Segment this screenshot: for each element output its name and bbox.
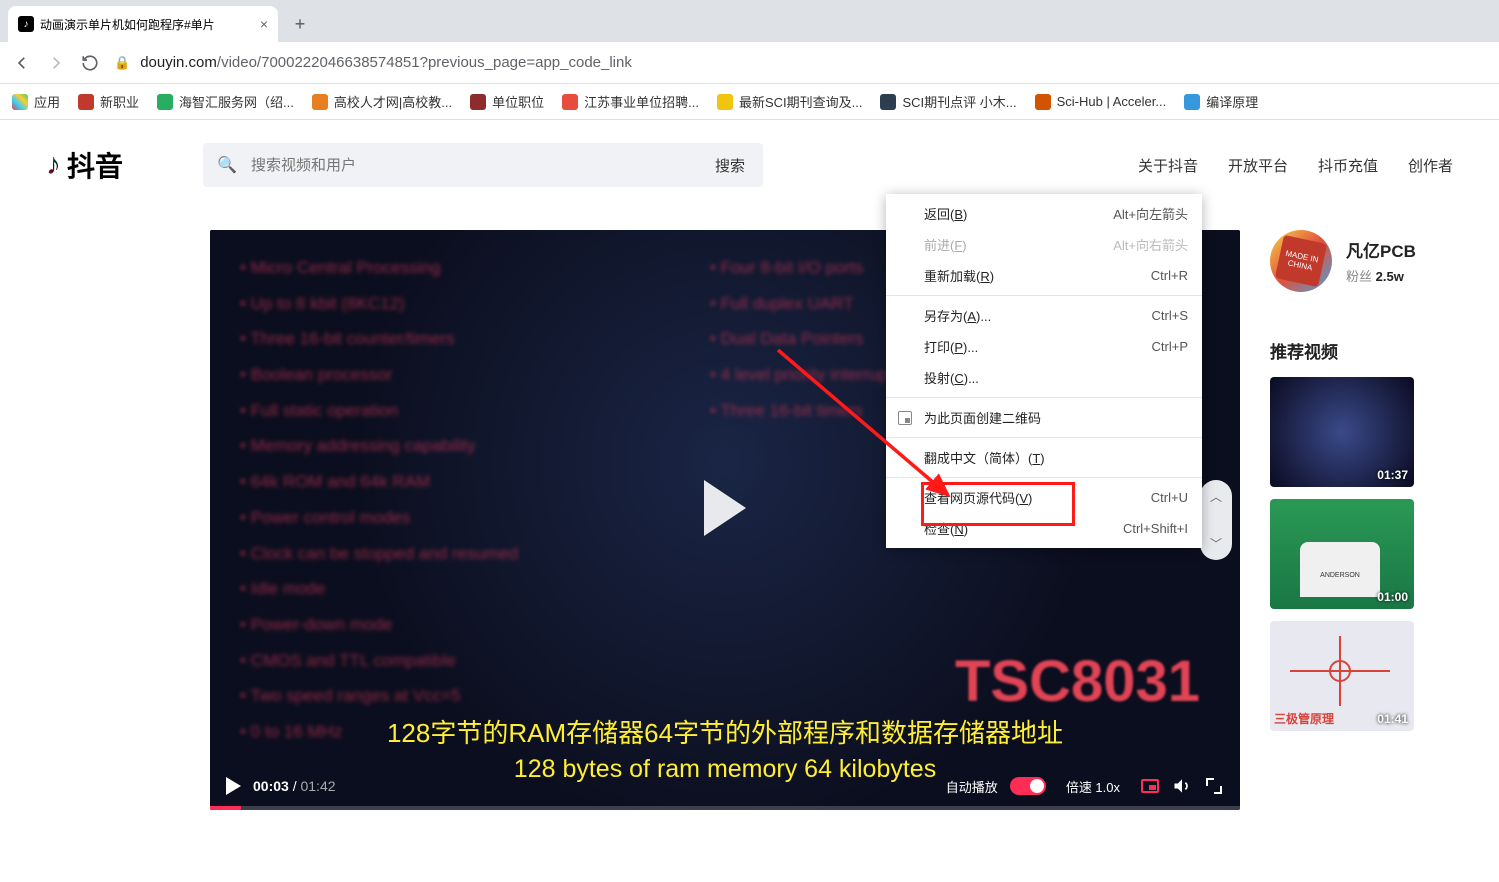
header-link[interactable]: 开放平台 — [1228, 155, 1288, 176]
pip-icon[interactable] — [1140, 776, 1160, 796]
play-icon[interactable] — [704, 480, 746, 536]
qrcode-icon — [898, 411, 912, 425]
recommend-item[interactable]: 01:00 — [1270, 499, 1414, 609]
bookmark-item[interactable]: 最新SCI期刊查询及... — [717, 92, 863, 111]
volume-icon[interactable] — [1172, 776, 1192, 796]
forward-button — [46, 53, 66, 73]
music-note-icon: ♪ — [46, 148, 61, 182]
douyin-logo[interactable]: ♪ 抖音 — [46, 145, 123, 185]
main-content: • Micro Central Processing• Up to 8 kbit… — [0, 210, 1499, 810]
play-button[interactable] — [226, 777, 241, 795]
douyin-favicon: ♪ — [18, 16, 34, 32]
fullscreen-icon[interactable] — [1204, 776, 1224, 796]
bookmark-favicon — [717, 94, 733, 110]
apps-button[interactable]: 应用 — [12, 92, 60, 111]
browser-tab[interactable]: ♪ 动画演示单片机如何跑程序#单片 × — [8, 6, 278, 42]
autoplay-label: 自动播放 — [946, 777, 998, 796]
video-scroll-capsule[interactable]: ︿ ﹀ — [1200, 480, 1232, 560]
chevron-up-icon[interactable]: ︿ — [1210, 488, 1222, 505]
context-menu: 返回(B)Alt+向左箭头前进(F)Alt+向右箭头重新加载(R)Ctrl+R 另… — [886, 194, 1202, 548]
bookmark-favicon — [312, 94, 328, 110]
back-button[interactable] — [12, 53, 32, 73]
header-link[interactable]: 关于抖音 — [1138, 155, 1198, 176]
search-icon: 🔍 — [203, 155, 251, 175]
address-bar: 🔒 douyin.com/video/7000222046638574851?p… — [0, 42, 1499, 84]
chevron-down-icon[interactable]: ﹀ — [1210, 535, 1222, 552]
context-menu-item[interactable]: 翻成中文（简体）(T) — [886, 442, 1202, 473]
autoplay-toggle[interactable] — [1010, 777, 1046, 795]
bookmark-favicon — [78, 94, 94, 110]
context-menu-item[interactable]: 另存为(A)...Ctrl+S — [886, 300, 1202, 331]
bookmark-item[interactable]: 编译原理 — [1184, 92, 1258, 111]
url-display[interactable]: 🔒 douyin.com/video/7000222046638574851?p… — [114, 54, 1487, 71]
new-tab-button[interactable]: + — [286, 10, 314, 38]
bookmark-item[interactable]: Sci-Hub | Acceler... — [1035, 94, 1167, 110]
bookmark-favicon — [1035, 94, 1051, 110]
video-chip-label: TSC8031 — [955, 648, 1200, 715]
context-menu-item: 前进(F)Alt+向右箭头 — [886, 229, 1202, 260]
context-menu-item[interactable]: 打印(P)...Ctrl+P — [886, 331, 1202, 362]
bookmark-favicon — [157, 94, 173, 110]
bookmark-favicon — [880, 94, 896, 110]
lock-icon: 🔒 — [114, 55, 130, 71]
search-input[interactable] — [251, 157, 697, 174]
bookmark-favicon — [470, 94, 486, 110]
context-menu-item[interactable]: 为此页面创建二维码 — [886, 402, 1202, 433]
recommend-item[interactable]: 01:37 — [1270, 377, 1414, 487]
uploader-info[interactable]: MADE INCHINA 凡亿PCB 粉丝 2.5w — [1270, 230, 1470, 292]
video-controls: 00:03 / 01:42 自动播放 倍速 1.0x — [210, 762, 1240, 810]
context-menu-item[interactable]: 检查(N)Ctrl+Shift+I — [886, 513, 1202, 544]
speed-button[interactable]: 倍速 1.0x — [1066, 777, 1120, 796]
bookmarks-bar: 应用 新职业海智汇服务网（绍... 高校人才网|高校教... 单位职位江苏事业单位招… — [0, 84, 1499, 120]
context-menu-item[interactable]: 返回(B)Alt+向左箭头 — [886, 198, 1202, 229]
page-header: ♪ 抖音 🔍 搜索 关于抖音 开放平台 抖币充值 创作者 — [0, 120, 1499, 210]
uploader-name: 凡亿PCB — [1346, 237, 1416, 262]
bookmark-item[interactable]: SCI期刊点评 小木... — [880, 92, 1016, 111]
close-tab-icon[interactable]: × — [260, 16, 268, 32]
bookmark-favicon — [1184, 94, 1200, 110]
video-time: 00:03 / 01:42 — [253, 778, 336, 794]
video-sidebar: MADE INCHINA 凡亿PCB 粉丝 2.5w 推荐视频 01:37 01… — [1270, 230, 1470, 810]
search-button[interactable]: 搜索 — [697, 143, 763, 187]
header-link[interactable]: 抖币充值 — [1318, 155, 1378, 176]
bookmark-item[interactable]: 海智汇服务网（绍... — [157, 92, 294, 111]
browser-tab-bar: ♪ 动画演示单片机如何跑程序#单片 × + — [0, 0, 1499, 42]
bookmark-item[interactable]: 新职业 — [78, 92, 139, 111]
uploader-fans: 粉丝 2.5w — [1346, 266, 1416, 285]
reload-button[interactable] — [80, 53, 100, 73]
caption-cn: 128字节的RAM存储器64字节的外部程序和数据存储器地址 — [210, 713, 1240, 750]
search-box: 🔍 搜索 — [203, 143, 763, 187]
uploader-avatar[interactable]: MADE INCHINA — [1270, 230, 1332, 292]
context-menu-item[interactable]: 投射(C)... — [886, 362, 1202, 393]
bookmark-item[interactable]: 江苏事业单位招聘... — [562, 92, 699, 111]
bookmark-item[interactable]: 高校人才网|高校教... — [312, 92, 452, 111]
recommend-title: 推荐视频 — [1270, 338, 1470, 363]
header-link[interactable]: 创作者 — [1408, 155, 1453, 176]
context-menu-item[interactable]: 查看网页源代码(V)Ctrl+U — [886, 482, 1202, 513]
context-menu-item[interactable]: 重新加载(R)Ctrl+R — [886, 260, 1202, 291]
bookmark-item[interactable]: 单位职位 — [470, 92, 544, 111]
recommend-item[interactable]: 三极管原理01:41 — [1270, 621, 1414, 731]
tab-title: 动画演示单片机如何跑程序#单片 — [40, 16, 215, 33]
bookmark-favicon — [562, 94, 578, 110]
progress-bar[interactable] — [210, 806, 1240, 810]
